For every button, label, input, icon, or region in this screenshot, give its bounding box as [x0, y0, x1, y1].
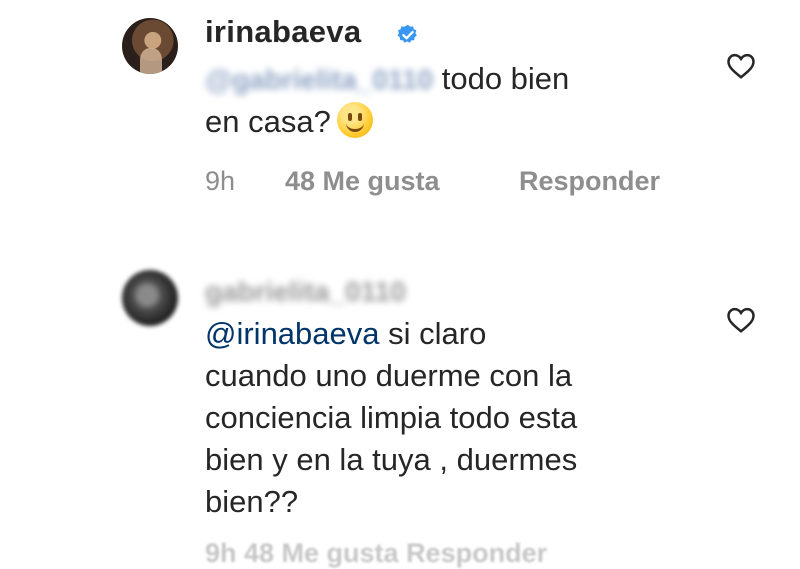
comment-text: @irinabaeva si claro	[205, 313, 486, 355]
comment-text-line-2: en casa?	[205, 101, 373, 143]
blurred-mention[interactable]: @gabrielita_0110	[205, 59, 433, 101]
comment-text-line: conciencia limpia todo esta	[205, 400, 578, 435]
comment-username[interactable]: irinabaeva	[205, 14, 361, 50]
comment-meta-cutoff: 9h 48 Me gusta Responder	[205, 538, 548, 568]
comment-text-line: bien??	[205, 484, 299, 519]
comment-text-line: cuando uno duerme con la	[205, 358, 573, 393]
comment-time: 9h	[205, 166, 236, 196]
comment-text-line: todo bien	[441, 61, 570, 96]
comment-username-blurred[interactable]: gabrielita_0110	[205, 276, 406, 308]
slightly-smiling-face-icon	[336, 102, 373, 138]
verified-badge-icon	[397, 24, 417, 43]
comment-text-line: bien y en la tuya , duermes	[205, 442, 578, 477]
reply-button[interactable]: Responder	[519, 166, 660, 197]
mention-link[interactable]: @irinabaeva	[205, 316, 380, 351]
heart-icon[interactable]	[726, 52, 756, 80]
comment-text: @gabrielita_0110 todo bien	[205, 58, 569, 101]
avatar[interactable]	[122, 270, 178, 326]
comment-text-line: en casa?	[205, 104, 331, 139]
avatar[interactable]	[122, 18, 178, 74]
comment-text-line: si claro	[388, 316, 487, 351]
likes-count[interactable]: 48 Me gusta	[285, 166, 440, 197]
comment-meta: 9h	[205, 166, 235, 197]
heart-icon[interactable]	[726, 306, 756, 334]
